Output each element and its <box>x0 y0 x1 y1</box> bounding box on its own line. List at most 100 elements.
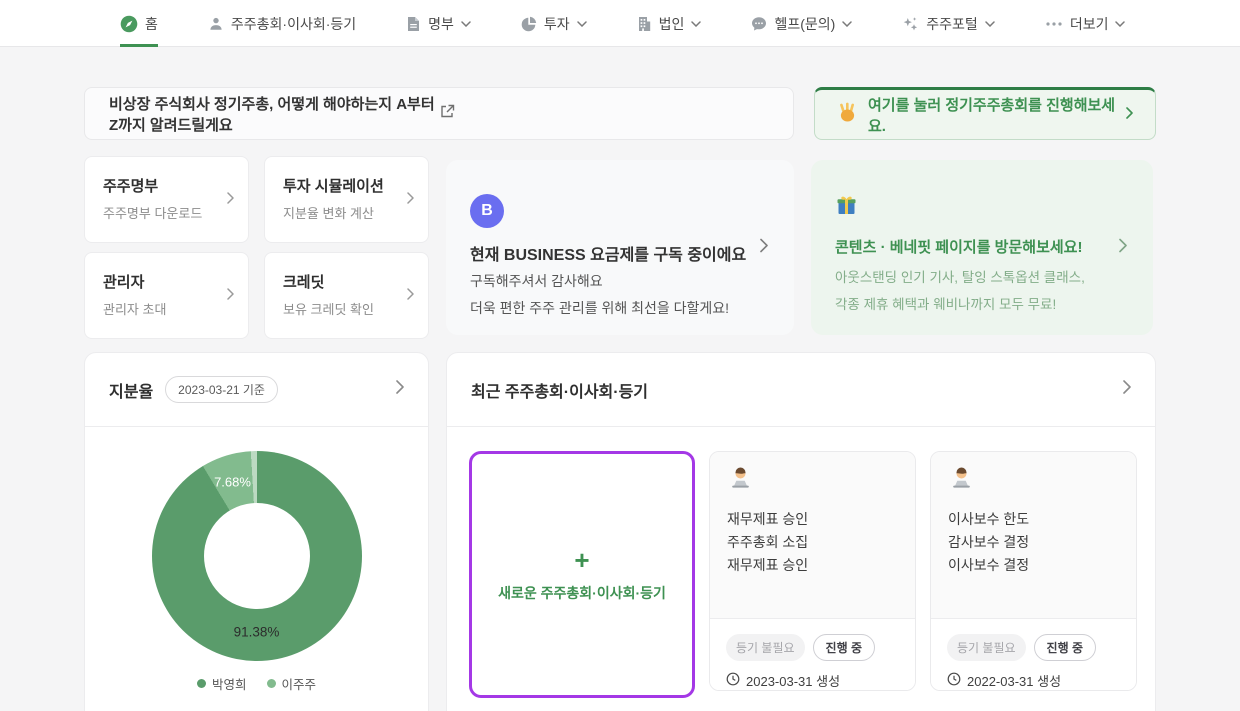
card-title: 주주명부 <box>103 175 234 196</box>
divider <box>85 426 428 427</box>
person-icon <box>208 16 224 32</box>
status-badge: 진행 중 <box>813 634 875 661</box>
nav-label: 홈 <box>145 14 158 34</box>
chevron-right-icon <box>407 287 414 305</box>
chevron-right-icon <box>227 191 234 209</box>
card-subtitle: 보유 크레딧 확인 <box>283 299 414 318</box>
card-title: 투자 시뮬레이션 <box>283 175 414 196</box>
plus-icon: + <box>574 547 589 573</box>
chevron-right-icon <box>1119 238 1127 257</box>
chevron-down-icon <box>985 21 995 27</box>
business-plan-badge: B <box>470 194 504 228</box>
ownership-card-title: 지분율 <box>109 378 153 402</box>
sparkles-icon <box>902 16 919 32</box>
quick-links-grid: 주주명부 주주명부 다운로드 투자 시뮬레이션 지분율 변화 계산 관리자 관리… <box>84 156 429 339</box>
legend-dot <box>197 679 206 688</box>
meeting-created-date: 2023-03-31 생성 <box>746 671 840 690</box>
nav-item-registry[interactable]: 명부 <box>406 0 471 47</box>
benefit-card-line1: 아웃스탠딩 인기 기사, 탈잉 스톡옵션 클래스, <box>835 266 1125 286</box>
chevron-down-icon <box>461 21 471 27</box>
notice-banner[interactable]: 비상장 주식회사 정기주총, 어떻게 해야하는지 A부터 Z까지 알려드릴게요 <box>84 87 794 140</box>
nav-item-shareholder-portal[interactable]: 주주포털 <box>902 0 995 47</box>
notice-banner-text: 비상장 주식회사 정기주총, 어떻게 해야하는지 A부터 Z까지 알려드릴게요 <box>109 93 439 135</box>
meeting-agenda-line: 주주총회 소집 <box>727 531 898 554</box>
nav-item-invest[interactable]: 투자 <box>521 0 587 47</box>
document-icon <box>406 16 421 32</box>
chevron-right-icon[interactable] <box>396 380 404 399</box>
meeting-agenda-line: 이사보수 결정 <box>948 554 1119 577</box>
legend-label: 이주주 <box>282 674 317 693</box>
chevron-down-icon <box>1115 21 1125 27</box>
clock-icon <box>726 672 740 689</box>
clap-icon <box>837 102 858 127</box>
nav-label: 법인 <box>659 14 685 34</box>
clock-icon <box>947 672 961 689</box>
donut-label-big: 91.38% <box>234 625 280 640</box>
meeting-agenda-line: 재무제표 승인 <box>727 508 898 531</box>
credit-card[interactable]: 크레딧 보유 크레딧 확인 <box>264 252 429 339</box>
meeting-agenda-line: 감사보수 결정 <box>948 531 1119 554</box>
meeting-agenda-line: 재무제표 승인 <box>727 554 898 577</box>
chevron-down-icon <box>842 21 852 27</box>
ownership-as-of-badge: 2023-03-21 기준 <box>165 376 278 403</box>
chat-bubble-icon <box>751 16 767 32</box>
meeting-card[interactable]: 재무제표 승인 주주총회 소집 재무제표 승인 등기 불필요 진행 중 <box>709 451 916 691</box>
chevron-right-icon <box>227 287 234 305</box>
status-badge: 진행 중 <box>1034 634 1096 661</box>
shareholder-registry-card[interactable]: 주주명부 주주명부 다운로드 <box>84 156 249 243</box>
plan-card-title: 현재 BUSINESS 요금제를 구독 중이에요 <box>470 241 766 265</box>
nav-label: 주주포털 <box>926 14 978 34</box>
more-dots-icon <box>1045 21 1063 27</box>
nav-label: 주주총회·이사회·등기 <box>231 14 356 34</box>
ownership-donut-wrap: 7.68% 91.38% <box>152 451 362 661</box>
card-subtitle: 지분율 변화 계산 <box>283 203 414 222</box>
annual-meeting-banner-text: 여기를 눌러 정기주주총회를 진행해보세요. <box>868 94 1116 136</box>
card-title: 관리자 <box>103 271 234 292</box>
new-meeting-button[interactable]: + 새로운 주주총회·이사회·등기 <box>469 451 695 698</box>
chart-legend: 박영희 이주주 <box>85 674 428 693</box>
business-plan-card[interactable]: B 현재 BUSINESS 요금제를 구독 중이에요 구독해주셔서 감사해요 더… <box>446 160 794 335</box>
ownership-card: 지분율 2023-03-21 기준 7.68% 91.38% 박영희 <box>84 352 429 711</box>
new-meeting-label: 새로운 주주총회·이사회·등기 <box>498 583 666 603</box>
registration-badge: 등기 불필요 <box>947 634 1026 661</box>
chevron-down-icon <box>691 21 701 27</box>
nav-item-more[interactable]: 더보기 <box>1045 0 1126 47</box>
investment-simulation-card[interactable]: 투자 시뮬레이션 지분율 변화 계산 <box>264 156 429 243</box>
technologist-emoji-icon <box>727 479 754 496</box>
chevron-right-icon <box>407 191 414 209</box>
annual-meeting-banner[interactable]: 여기를 눌러 정기주주총회를 진행해보세요. <box>814 87 1156 140</box>
admin-card[interactable]: 관리자 관리자 초대 <box>84 252 249 339</box>
building-icon <box>637 16 652 32</box>
pie-chart-icon <box>521 16 537 32</box>
page-content: 비상장 주식회사 정기주총, 어떻게 해야하는지 A부터 Z까지 알려드릴게요 … <box>84 87 1156 711</box>
nav-label: 더보기 <box>1070 14 1109 34</box>
meeting-card[interactable]: 이사보수 한도 감사보수 결정 이사보수 결정 등기 불필요 진행 중 <box>930 451 1137 691</box>
top-nav: 홈 주주총회·이사회·등기 명부 투자 <box>0 0 1240 47</box>
benefit-card-title: 콘텐츠 · 베네핏 페이지를 방문해보세요! <box>835 236 1125 257</box>
card-subtitle: 관리자 초대 <box>103 299 234 318</box>
meeting-agenda-line: 이사보수 한도 <box>948 508 1119 531</box>
chevron-right-icon[interactable] <box>1123 380 1131 399</box>
card-title: 크레딧 <box>283 271 414 292</box>
nav-item-corporation[interactable]: 법인 <box>637 0 702 47</box>
nav-item-meetings[interactable]: 주주총회·이사회·등기 <box>208 0 356 47</box>
nav-label: 헬프(문의) <box>774 14 835 34</box>
legend-item: 이주주 <box>267 674 317 693</box>
external-link-icon <box>439 103 769 124</box>
nav-item-home[interactable]: 홈 <box>120 0 158 47</box>
plan-card-line2: 더욱 편한 주주 관리를 위해 최선을 다할게요! <box>470 298 766 318</box>
chevron-right-icon <box>760 238 768 257</box>
meeting-created-date: 2022-03-31 생성 <box>967 671 1061 690</box>
chevron-down-icon <box>577 21 587 27</box>
recent-card-title: 최근 주주총회·이사회·등기 <box>471 378 648 402</box>
registration-badge: 등기 불필요 <box>726 634 805 661</box>
plan-card-line1: 구독해주셔서 감사해요 <box>470 274 766 289</box>
home-compass-icon <box>120 15 138 33</box>
benefit-content-card[interactable]: 콘텐츠 · 베네핏 페이지를 방문해보세요! 아웃스탠딩 인기 기사, 탈잉 스… <box>811 160 1153 335</box>
nav-item-help[interactable]: 헬프(문의) <box>751 0 852 47</box>
nav-label: 명부 <box>428 14 454 34</box>
legend-dot <box>267 679 276 688</box>
legend-label: 박영희 <box>212 674 247 693</box>
chevron-right-icon <box>1126 106 1133 123</box>
card-subtitle: 주주명부 다운로드 <box>103 203 234 222</box>
